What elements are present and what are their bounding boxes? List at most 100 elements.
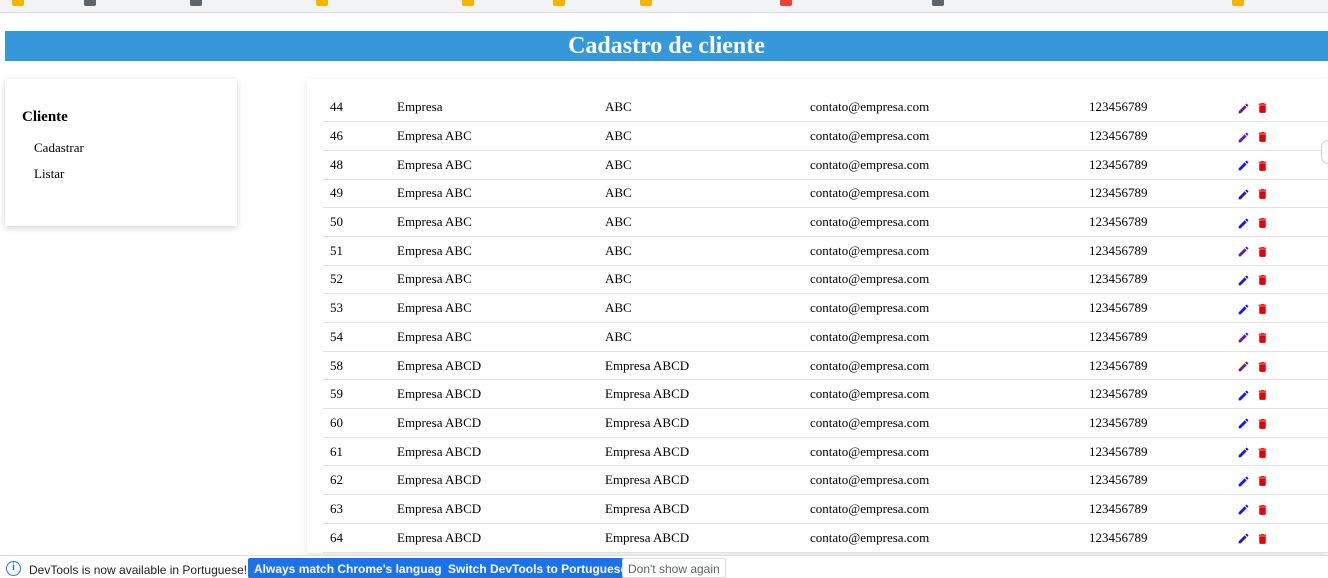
edit-icon[interactable] bbox=[1237, 389, 1250, 402]
edit-icon[interactable] bbox=[1237, 159, 1250, 172]
client-alias: ABC bbox=[605, 236, 810, 266]
edit-icon[interactable] bbox=[1237, 331, 1250, 344]
edit-icon[interactable] bbox=[1237, 503, 1250, 516]
row-actions bbox=[1237, 437, 1328, 467]
client-id: 61 bbox=[323, 437, 397, 467]
edit-icon[interactable] bbox=[1237, 417, 1250, 430]
row-actions bbox=[1237, 121, 1328, 151]
client-phone: 123456789 bbox=[1089, 379, 1237, 410]
client-id: 54 bbox=[323, 322, 397, 352]
client-email: contato@empresa.com bbox=[810, 293, 1089, 323]
trash-icon[interactable] bbox=[1256, 388, 1269, 402]
trash-icon[interactable] bbox=[1256, 503, 1269, 517]
client-email: contato@empresa.com bbox=[810, 523, 1089, 553]
bookmark-icon[interactable] bbox=[462, 0, 474, 6]
client-phone: 123456789 bbox=[1089, 351, 1237, 381]
edit-icon[interactable] bbox=[1237, 245, 1250, 258]
bookmark-icon[interactable] bbox=[1232, 0, 1244, 6]
trash-icon[interactable] bbox=[1256, 302, 1269, 316]
bookmark-icon[interactable] bbox=[780, 0, 792, 6]
client-email: contato@empresa.com bbox=[810, 150, 1089, 180]
client-email: contato@empresa.com bbox=[810, 121, 1089, 151]
bookmark-icon[interactable] bbox=[932, 0, 944, 6]
client-alias: ABC bbox=[605, 121, 810, 151]
trash-icon[interactable] bbox=[1256, 331, 1269, 345]
table-row: 48 Empresa ABC ABC contato@empresa.com 12345… bbox=[323, 150, 1328, 180]
trash-icon[interactable] bbox=[1256, 101, 1269, 115]
client-alias: Empresa ABCD bbox=[605, 494, 810, 524]
table-row: 50 Empresa ABC ABC contato@empresa.com 12345… bbox=[323, 207, 1328, 237]
edit-icon[interactable] bbox=[1237, 475, 1250, 488]
bookmark-icon[interactable] bbox=[316, 0, 328, 6]
bookmark-icon[interactable] bbox=[553, 0, 565, 6]
client-id: 64 bbox=[323, 523, 397, 553]
edit-icon[interactable] bbox=[1237, 274, 1250, 287]
client-alias: Empresa ABCD bbox=[605, 351, 810, 381]
trash-icon[interactable] bbox=[1256, 245, 1269, 259]
client-email: contato@empresa.com bbox=[810, 179, 1089, 209]
client-phone: 123456789 bbox=[1089, 322, 1237, 352]
dont-show-again-button[interactable]: Don't show again bbox=[622, 558, 726, 578]
client-name: Empresa ABC bbox=[397, 293, 605, 323]
client-email: contato@empresa.com bbox=[810, 207, 1089, 237]
edit-icon[interactable] bbox=[1237, 188, 1250, 201]
client-email: contato@empresa.com bbox=[810, 494, 1089, 524]
trash-icon[interactable] bbox=[1256, 159, 1269, 173]
client-alias: ABC bbox=[605, 93, 810, 123]
client-id: 53 bbox=[323, 293, 397, 323]
bookmark-icon[interactable] bbox=[640, 0, 652, 6]
edit-icon[interactable] bbox=[1237, 217, 1250, 230]
trash-icon[interactable] bbox=[1256, 446, 1269, 460]
table-row: 63 Empresa ABCD Empresa ABCD contato@empres… bbox=[323, 494, 1328, 524]
edit-icon[interactable] bbox=[1237, 532, 1250, 545]
trash-icon[interactable] bbox=[1256, 474, 1269, 488]
row-actions bbox=[1237, 236, 1328, 266]
table-row: 59 Empresa ABCD Empresa ABCD contato@empres… bbox=[323, 379, 1328, 410]
client-name: Empresa ABCD bbox=[397, 351, 605, 381]
bookmark-icon[interactable] bbox=[12, 0, 24, 6]
trash-icon[interactable] bbox=[1256, 532, 1269, 546]
client-name: Empresa ABCD bbox=[397, 437, 605, 467]
edit-icon[interactable] bbox=[1237, 303, 1250, 316]
trash-icon[interactable] bbox=[1256, 273, 1269, 287]
sidebar-title: Cliente bbox=[22, 109, 68, 125]
row-actions bbox=[1237, 351, 1328, 381]
client-phone: 123456789 bbox=[1089, 408, 1237, 438]
edit-icon[interactable] bbox=[1237, 446, 1250, 459]
trash-icon[interactable] bbox=[1256, 187, 1269, 201]
client-alias: ABC bbox=[605, 150, 810, 180]
bookmark-icon[interactable] bbox=[190, 0, 202, 6]
row-actions bbox=[1237, 523, 1328, 553]
table-row: 53 Empresa ABC ABC contato@empresa.com 12345… bbox=[323, 293, 1328, 323]
client-phone: 123456789 bbox=[1089, 150, 1237, 180]
table-row: 60 Empresa ABCD Empresa ABCD contato@empres… bbox=[323, 408, 1328, 438]
table-row: 52 Empresa ABC ABC contato@empresa.com 12345… bbox=[323, 265, 1328, 295]
trash-icon[interactable] bbox=[1256, 216, 1269, 230]
trash-icon[interactable] bbox=[1256, 417, 1269, 431]
match-language-button[interactable]: Always match Chrome's language bbox=[248, 558, 455, 578]
trash-icon[interactable] bbox=[1256, 130, 1269, 144]
sidebar-link-listar[interactable]: Listar bbox=[34, 166, 237, 182]
client-alias: ABC bbox=[605, 322, 810, 352]
edit-icon[interactable] bbox=[1237, 360, 1250, 373]
info-icon: i bbox=[6, 561, 21, 576]
scroll-handle[interactable] bbox=[1321, 140, 1328, 164]
client-email: contato@empresa.com bbox=[810, 322, 1089, 352]
table-row: 61 Empresa ABCD Empresa ABCD contato@empres… bbox=[323, 437, 1328, 467]
client-email: contato@empresa.com bbox=[810, 379, 1089, 410]
sidebar-link-cadastrar[interactable]: Cadastrar bbox=[34, 140, 237, 156]
client-name: Empresa ABC bbox=[397, 150, 605, 180]
client-name: Empresa bbox=[397, 93, 605, 123]
client-phone: 123456789 bbox=[1089, 494, 1237, 524]
client-alias: Empresa ABCD bbox=[605, 465, 810, 496]
bookmark-icon[interactable] bbox=[84, 0, 96, 6]
row-actions bbox=[1237, 379, 1328, 410]
trash-icon[interactable] bbox=[1256, 360, 1269, 374]
clients-table-body: 44 Empresa ABC contato@empresa.com 123456789… bbox=[323, 93, 1328, 553]
edit-icon[interactable] bbox=[1237, 102, 1250, 115]
client-id: 48 bbox=[323, 150, 397, 180]
switch-devtools-button[interactable]: Switch DevTools to Portuguese bbox=[442, 558, 634, 578]
client-id: 63 bbox=[323, 494, 397, 524]
client-alias: ABC bbox=[605, 293, 810, 323]
edit-icon[interactable] bbox=[1237, 131, 1250, 144]
